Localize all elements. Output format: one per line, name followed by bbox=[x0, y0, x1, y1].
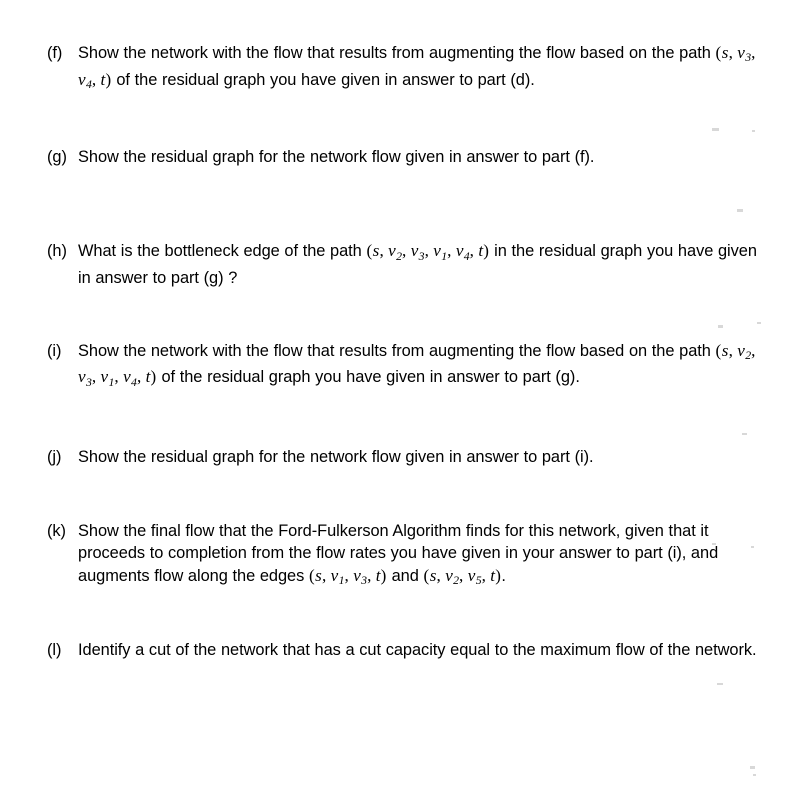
question-h-body: What is the bottleneck edge of the path … bbox=[78, 240, 769, 289]
question-h-path: (s, v2, v3, v1, v4, t) bbox=[366, 241, 490, 263]
question-f-body: Show the network with the flow that resu… bbox=[78, 42, 769, 95]
question-l-label: (l) bbox=[47, 641, 62, 660]
question-k-label: (k) bbox=[47, 522, 66, 541]
question-list: (f) Show the network with the flow that … bbox=[47, 42, 769, 661]
question-j-body: Show the residual graph for the network … bbox=[78, 447, 594, 466]
question-g: (g) Show the residual graph for the netw… bbox=[47, 146, 769, 168]
document-page: (f) Show the network with the flow that … bbox=[0, 0, 786, 798]
question-i-text-2: of the residual graph you have given in … bbox=[156, 368, 580, 387]
question-k-path-1: (s, v1, v3, t) bbox=[308, 565, 387, 587]
question-k-conjunction: and bbox=[386, 566, 424, 585]
question-f-text-1: Show the network with the flow that resu… bbox=[78, 44, 716, 62]
question-j-label: (j) bbox=[47, 447, 62, 466]
question-i-body: Show the network with the flow that resu… bbox=[78, 340, 769, 393]
question-f-text-2: of the residual graph you have given in … bbox=[111, 70, 535, 89]
question-l: (l) Identify a cut of the network that h… bbox=[47, 639, 769, 661]
question-l-body: Identify a cut of the network that has a… bbox=[78, 641, 757, 660]
scan-speckle bbox=[750, 766, 755, 769]
question-f-label: (f) bbox=[47, 44, 63, 62]
question-i-label: (i) bbox=[47, 341, 62, 360]
question-k: (k) Show the final flow that the Ford-Fu… bbox=[47, 520, 769, 591]
question-f: (f) Show the network with the flow that … bbox=[47, 42, 769, 95]
scan-speckle bbox=[717, 683, 723, 685]
question-k-path-2: (s, v2, v5, t) bbox=[423, 565, 502, 587]
question-h-label: (h) bbox=[47, 242, 67, 261]
question-j: (j) Show the residual graph for the netw… bbox=[47, 446, 769, 468]
question-i-text-1: Show the network with the flow that resu… bbox=[78, 341, 716, 360]
question-g-body: Show the residual graph for the network … bbox=[78, 148, 595, 166]
question-k-body: Show the final flow that the Ford-Fulker… bbox=[78, 520, 769, 591]
question-h: (h) What is the bottleneck edge of the p… bbox=[47, 240, 769, 289]
question-h-text-1: What is the bottleneck edge of the path bbox=[78, 242, 367, 261]
question-k-text-end: . bbox=[501, 566, 506, 585]
scan-speckle bbox=[753, 774, 756, 776]
question-i: (i) Show the network with the flow that … bbox=[47, 340, 769, 393]
question-g-label: (g) bbox=[47, 148, 67, 166]
